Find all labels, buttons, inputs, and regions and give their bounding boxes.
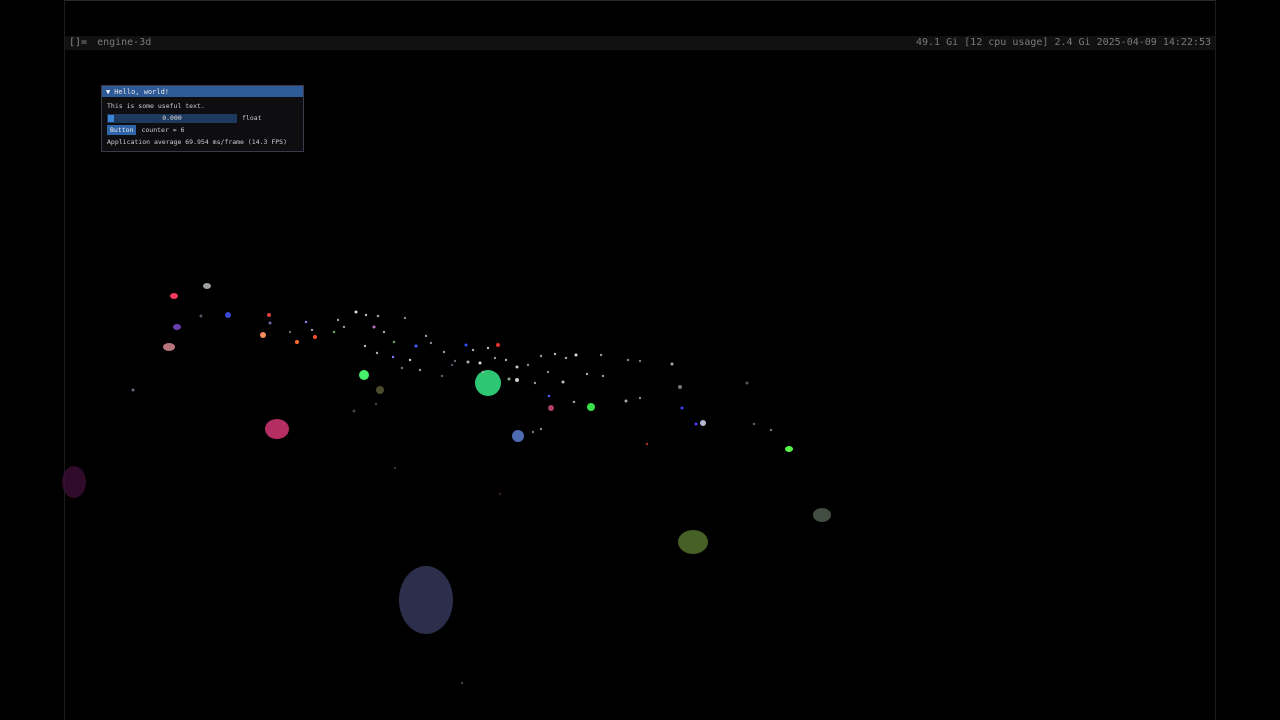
sphere (475, 370, 501, 396)
sphere (163, 343, 175, 351)
counter-text: counter = 6 (141, 126, 185, 134)
sphere (376, 386, 384, 394)
sphere (170, 293, 178, 299)
imgui-title-bar[interactable]: ▼ Hello, world! (102, 86, 303, 97)
system-status: 49.1 Gi [12 cpu usage] 2.4 Gi 2025-04-09… (915, 37, 1211, 48)
sphere (785, 446, 793, 452)
slider-label: float (242, 114, 262, 122)
perf-text: Application average 69.954 ms/frame (14.… (107, 138, 288, 146)
sphere (62, 466, 86, 498)
sphere (359, 370, 369, 380)
layout-indicator[interactable]: []= (69, 36, 87, 50)
imgui-text: This is some useful text. (107, 102, 205, 110)
sphere (548, 405, 554, 411)
sphere (399, 566, 453, 634)
sphere (260, 332, 266, 338)
sphere (265, 419, 289, 439)
triangle-down-icon[interactable]: ▼ (106, 88, 110, 96)
sphere (512, 430, 524, 442)
imgui-button[interactable]: Button (107, 125, 137, 135)
status-bar: []= engine-3d 49.1 Gi [12 cpu usage] 2.4… (65, 36, 1215, 50)
particle-field (131, 310, 773, 685)
sphere (203, 283, 211, 289)
imgui-window[interactable]: ▼ Hello, world! This is some useful text… (101, 85, 304, 152)
sphere (700, 420, 706, 426)
sphere (678, 530, 708, 554)
imgui-title: Hello, world! (114, 87, 170, 96)
sphere (173, 324, 181, 330)
sphere (225, 312, 231, 318)
sphere (587, 403, 595, 411)
slider-value: 0.000 (162, 113, 182, 122)
window-title: engine-3d (97, 37, 152, 48)
sphere (813, 508, 831, 522)
float-slider[interactable]: 0.000 (107, 113, 237, 123)
